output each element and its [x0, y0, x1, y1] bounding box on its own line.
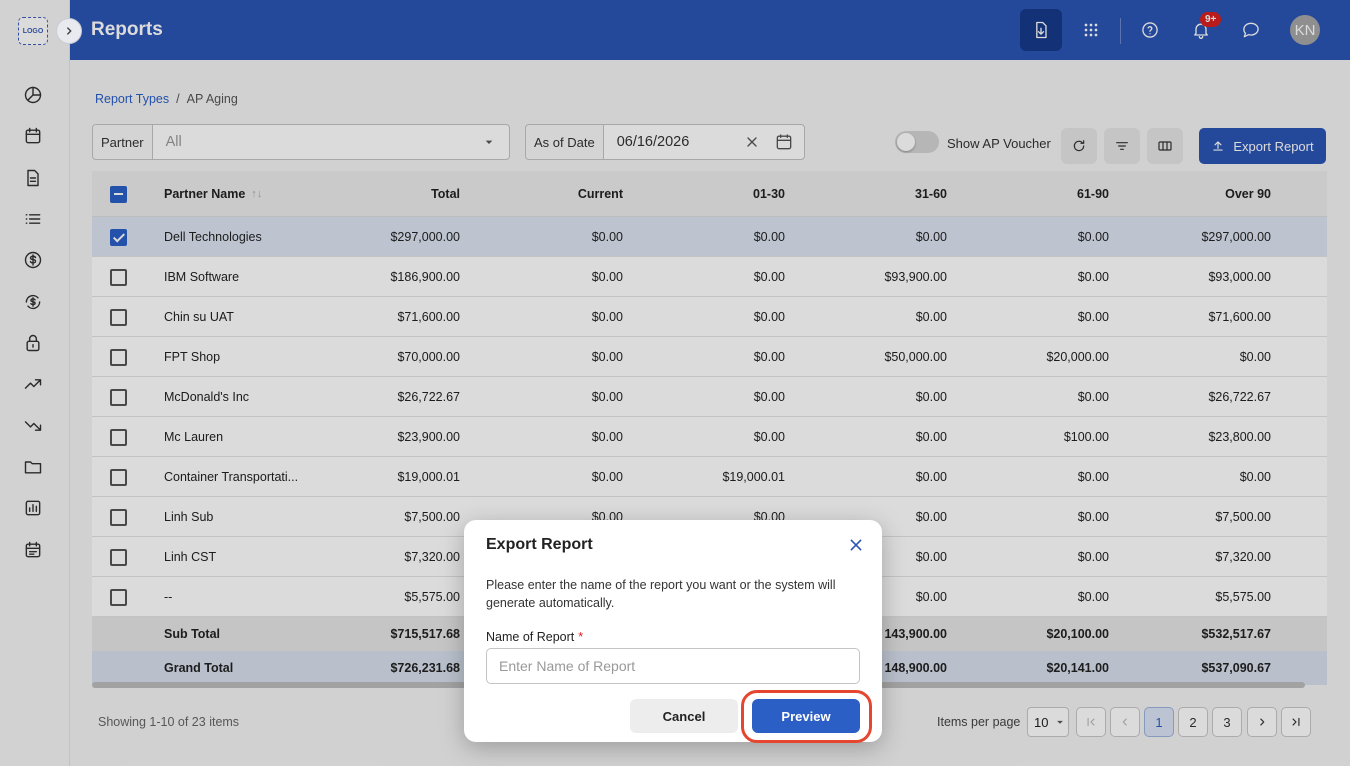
chevron-right-icon — [67, 27, 72, 35]
required-mark: * — [578, 630, 584, 644]
cancel-button[interactable]: Cancel — [630, 699, 738, 733]
close-icon — [850, 539, 862, 551]
report-name-label: Name of Report * — [486, 630, 583, 644]
close-dialog-button[interactable] — [846, 535, 866, 555]
dialog-description: Please enter the name of the report you … — [486, 578, 836, 610]
export-report-dialog: Export Report Please enter the name of t… — [464, 520, 882, 742]
report-name-label-text: Name of Report — [486, 630, 575, 644]
preview-button[interactable]: Preview — [752, 699, 860, 733]
collapse-rail-button[interactable] — [56, 18, 82, 44]
report-name-input[interactable] — [486, 648, 860, 684]
dialog-title: Export Report — [486, 536, 593, 553]
